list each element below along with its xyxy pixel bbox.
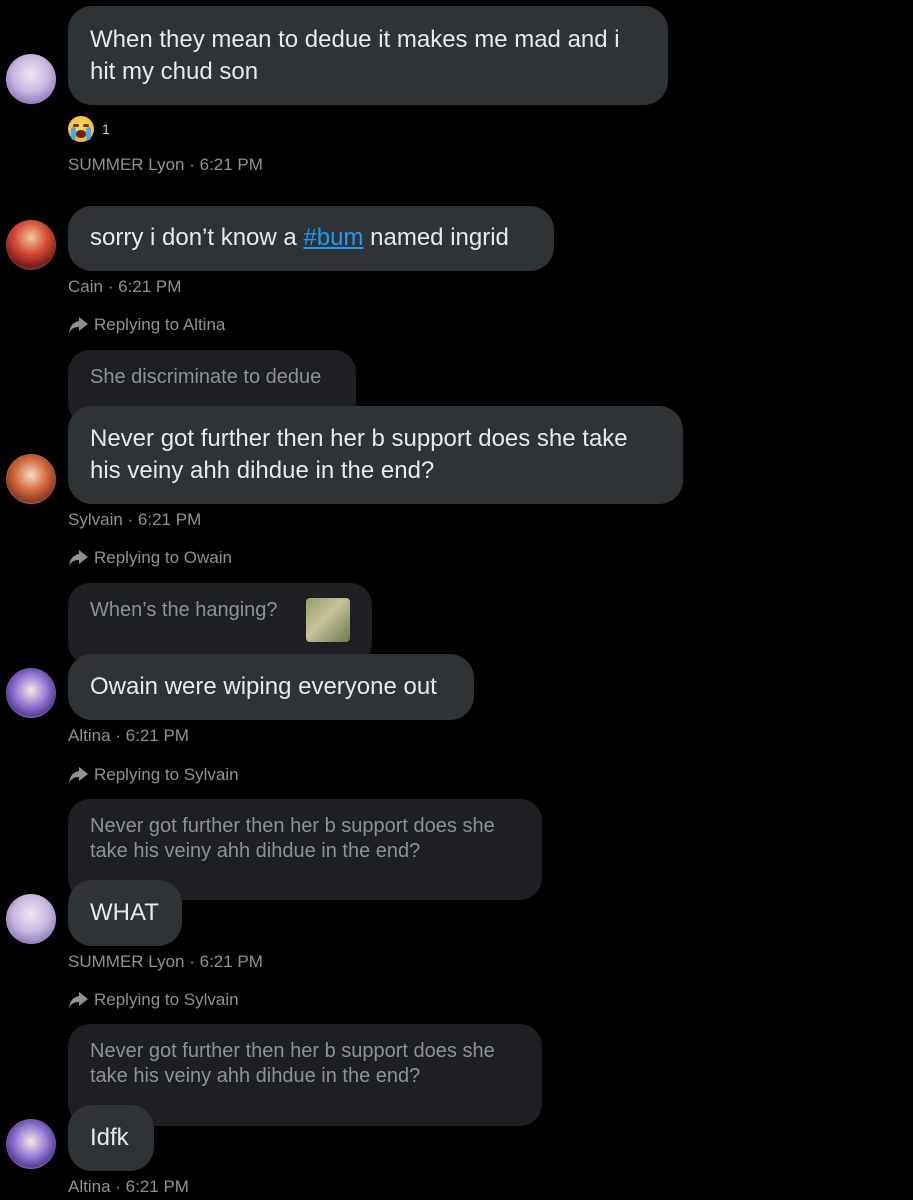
avatar[interactable]: [6, 894, 56, 944]
avatar[interactable]: [6, 1119, 56, 1169]
separator: ·: [184, 155, 200, 174]
reply-indicator: Replying to Altina: [68, 314, 225, 336]
message-meta: Cain · 6:21 PM: [68, 276, 181, 298]
author-name[interactable]: Altina: [68, 726, 111, 745]
message-bubble[interactable]: Owain were wiping everyone out: [68, 654, 474, 720]
reply-arrow-icon: [69, 317, 88, 333]
avatar[interactable]: [6, 454, 56, 504]
timestamp: 6:21 PM: [199, 952, 263, 971]
message-bubble[interactable]: When they mean to dedue it makes me mad …: [68, 6, 668, 105]
quoted-message[interactable]: When’s the hanging?: [68, 583, 372, 665]
avatar[interactable]: [6, 668, 56, 718]
message-text: Never got further then her b support doe…: [90, 425, 628, 484]
message-meta: Altina · 6:21 PM: [68, 1176, 189, 1198]
reply-label[interactable]: Replying to Sylvain: [94, 764, 239, 786]
image-thumbnail[interactable]: [306, 598, 350, 642]
timestamp: 6:21 PM: [137, 510, 202, 529]
message-meta: Altina · 6:21 PM: [68, 725, 189, 747]
separator: ·: [102, 277, 119, 296]
reply-indicator: Replying to Sylvain: [68, 989, 239, 1011]
message-text: Idfk: [90, 1124, 129, 1151]
timestamp: 6:21 PM: [125, 726, 189, 745]
reply-arrow-icon: [69, 767, 88, 783]
author-name[interactable]: SUMMER Lyon: [68, 155, 185, 174]
timestamp: 6:21 PM: [125, 1177, 189, 1196]
loudly-crying-face-icon: [68, 116, 94, 142]
message-text: WHAT: [90, 899, 159, 926]
reply-label[interactable]: Replying to Owain: [94, 547, 232, 569]
author-name[interactable]: Altina: [68, 1177, 111, 1196]
message-text: When they mean to dedue it makes me mad …: [90, 26, 620, 85]
separator: ·: [184, 952, 200, 971]
reply-label[interactable]: Replying to Altina: [94, 314, 225, 336]
reply-indicator: Replying to Sylvain: [68, 764, 239, 786]
separator: ·: [110, 1177, 126, 1196]
reply-indicator: Replying to Owain: [68, 547, 232, 569]
separator: ·: [122, 510, 138, 529]
message-bubble[interactable]: Idfk: [68, 1105, 154, 1171]
separator: ·: [110, 726, 126, 745]
reaction-count: 1: [102, 121, 110, 137]
quoted-text: Never got further then her b support doe…: [90, 815, 495, 862]
hashtag-link[interactable]: #bum: [303, 224, 363, 251]
avatar[interactable]: [6, 54, 56, 104]
reply-arrow-icon: [69, 550, 88, 566]
timestamp: 6:21 PM: [118, 277, 182, 296]
message-meta: SUMMER Lyon · 6:21 PM: [68, 951, 263, 973]
reply-arrow-icon: [69, 992, 88, 1008]
quoted-text: She discriminate to dedue: [90, 366, 322, 388]
author-name[interactable]: SUMMER Lyon: [68, 952, 185, 971]
message-bubble[interactable]: sorry i don’t know a #bum named ingrid: [68, 206, 554, 271]
timestamp: 6:21 PM: [199, 155, 263, 174]
quoted-text: Never got further then her b support doe…: [90, 1040, 495, 1087]
author-name[interactable]: Cain: [68, 277, 103, 296]
author-name[interactable]: Sylvain: [68, 510, 123, 529]
message-bubble[interactable]: Never got further then her b support doe…: [68, 406, 683, 504]
message-meta: SUMMER Lyon · 6:21 PM: [68, 154, 263, 176]
avatar[interactable]: [6, 220, 56, 270]
reply-label[interactable]: Replying to Sylvain: [94, 989, 239, 1011]
reaction[interactable]: 1: [68, 116, 110, 142]
message-bubble[interactable]: WHAT: [68, 880, 182, 946]
message-meta: Sylvain · 6:21 PM: [68, 509, 201, 531]
message-text: sorry i don’t know a: [90, 224, 304, 251]
message-text: Owain were wiping everyone out: [90, 673, 437, 700]
message-text-after: named ingrid: [363, 224, 509, 251]
